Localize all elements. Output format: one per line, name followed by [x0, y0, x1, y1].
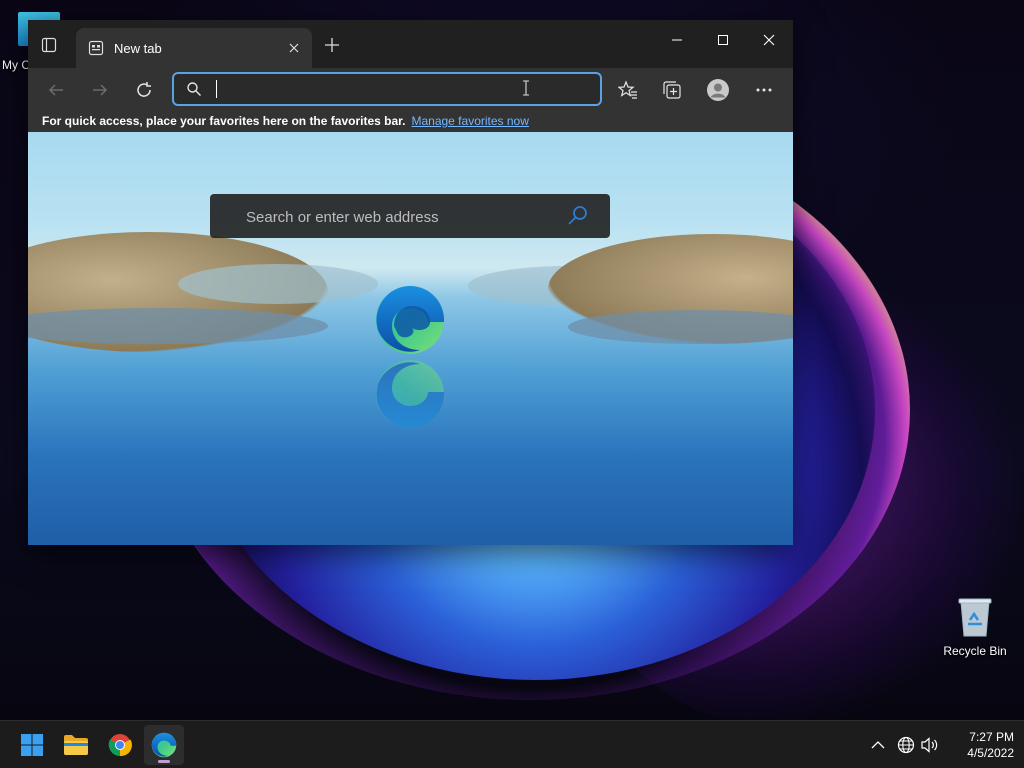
- volume-button[interactable]: [918, 733, 942, 757]
- title-bar[interactable]: New tab: [28, 20, 793, 68]
- search-icon[interactable]: [566, 204, 590, 228]
- maximize-icon: [718, 35, 728, 45]
- shoreline-right: [568, 310, 793, 344]
- profile-button[interactable]: [704, 76, 732, 104]
- minimize-icon: [672, 39, 682, 41]
- navigation-toolbar: [28, 68, 793, 112]
- settings-more-button[interactable]: [750, 76, 778, 104]
- minimize-button[interactable]: [654, 20, 700, 60]
- new-tab-page: [28, 132, 793, 545]
- web-search-box[interactable]: [210, 194, 610, 238]
- edge-logo-reflection: [376, 360, 445, 429]
- tab-actions-icon: [41, 37, 57, 53]
- desktop-icon-recycle-bin[interactable]: Recycle Bin: [940, 596, 1010, 658]
- edge-browser-window: New tab For quick access, place your fav…: [28, 20, 793, 545]
- avatar-icon: [707, 79, 729, 101]
- desktop-icon-label: Recycle Bin: [943, 644, 1007, 658]
- arrow-left-icon: [48, 84, 63, 96]
- start-button[interactable]: [12, 725, 52, 765]
- background-hill-distant: [178, 264, 378, 304]
- forward-button[interactable]: [86, 76, 114, 104]
- favorites-bar-message: For quick access, place your favorites h…: [42, 114, 406, 128]
- show-hidden-icons-button[interactable]: [866, 733, 890, 757]
- chrome-icon: [108, 734, 132, 757]
- favorites-button[interactable]: [614, 76, 642, 104]
- text-caret: [216, 80, 217, 98]
- active-app-indicator: [158, 760, 170, 763]
- edge-icon: [151, 732, 177, 758]
- collections-button[interactable]: [658, 76, 686, 104]
- desktop-icon-label: My C: [2, 58, 30, 72]
- tab-title: New tab: [114, 40, 162, 56]
- taskbar-chrome[interactable]: [100, 725, 140, 765]
- speaker-icon: [921, 737, 938, 753]
- maximize-button[interactable]: [700, 20, 746, 60]
- refresh-icon: [137, 82, 151, 97]
- folder-icon: [64, 735, 88, 755]
- more-dots-icon: [756, 88, 772, 92]
- system-clock[interactable]: 7:27 PM 4/5/2022: [948, 729, 1014, 761]
- address-input[interactable]: [222, 77, 586, 103]
- search-icon: [187, 82, 201, 96]
- close-tab-button[interactable]: [282, 36, 306, 60]
- windows-logo-icon: [21, 734, 43, 756]
- clock-time: 7:27 PM: [969, 730, 1014, 744]
- close-icon: [763, 34, 775, 46]
- manage-favorites-link[interactable]: Manage favorites now: [411, 114, 528, 128]
- collections-icon: [663, 81, 681, 99]
- close-icon: [289, 43, 299, 53]
- web-search-input[interactable]: [244, 204, 548, 230]
- shoreline-left: [28, 308, 328, 344]
- back-button[interactable]: [42, 76, 70, 104]
- address-bar[interactable]: [172, 72, 602, 106]
- text-cursor-icon: [523, 80, 529, 96]
- close-window-button[interactable]: [746, 20, 792, 60]
- tab-actions-button[interactable]: [38, 34, 60, 56]
- chevron-up-icon: [871, 741, 885, 749]
- network-button[interactable]: [894, 733, 918, 757]
- taskbar: 7:27 PM 4/5/2022: [0, 720, 1024, 768]
- taskbar-edge[interactable]: [144, 725, 184, 765]
- refresh-button[interactable]: [130, 76, 158, 104]
- taskbar-file-explorer[interactable]: [56, 725, 96, 765]
- star-list-icon: [618, 80, 637, 99]
- globe-icon: [897, 736, 915, 754]
- plus-icon: [325, 38, 339, 52]
- new-tab-button[interactable]: [320, 34, 344, 56]
- recycle-bin-icon: [957, 596, 993, 638]
- edge-logo-icon: [376, 285, 445, 354]
- arrow-right-icon: [93, 84, 108, 96]
- clock-date: 4/5/2022: [967, 746, 1014, 760]
- tab-new-tab[interactable]: New tab: [76, 28, 312, 68]
- new-tab-page-icon: [88, 40, 104, 56]
